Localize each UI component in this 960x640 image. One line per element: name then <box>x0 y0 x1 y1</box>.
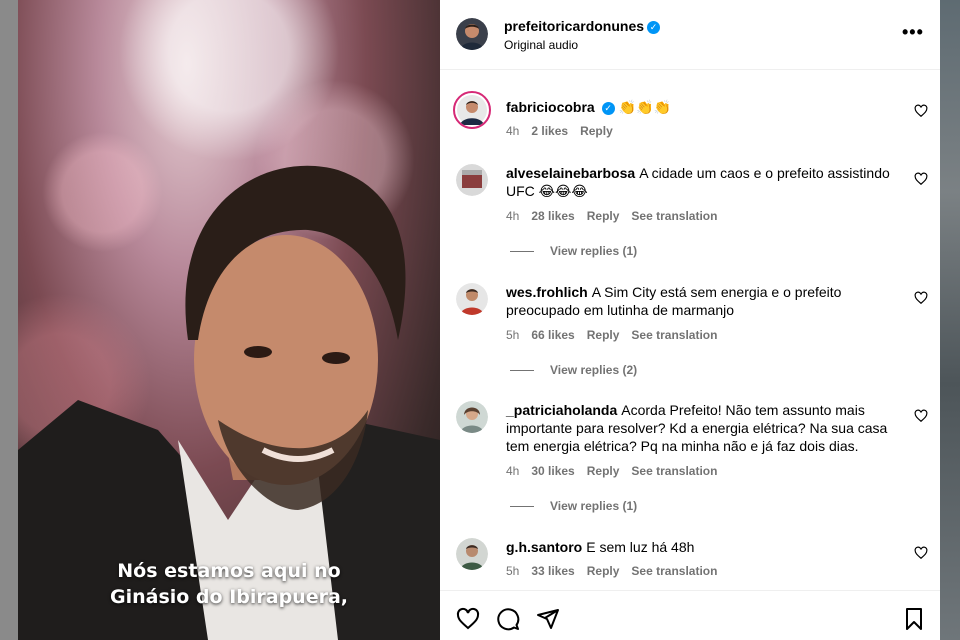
heart-icon[interactable] <box>914 546 928 560</box>
comment-time[interactable]: 4h <box>506 124 519 138</box>
comment-text: E sem luz há 48h <box>586 539 695 555</box>
comment-likes[interactable]: 33 likes <box>531 564 574 578</box>
view-replies-label[interactable]: View replies (2) <box>550 363 637 377</box>
see-translation-button[interactable]: See translation <box>631 564 717 578</box>
bookmark-icon[interactable] <box>902 607 926 631</box>
reply-button[interactable]: Reply <box>587 464 620 478</box>
commenter-username[interactable]: _patriciaholanda <box>506 402 617 418</box>
see-translation-button[interactable]: See translation <box>631 464 717 478</box>
more-horizontal-icon[interactable]: ••• <box>902 22 924 43</box>
comment-time[interactable]: 5h <box>506 328 519 342</box>
comment-meta: 4h 28 likes Reply See translation <box>506 209 729 223</box>
comments-list[interactable]: fabriciocobra ✓ 👏👏👏 4h 2 likes Reply alvesel… <box>440 70 940 590</box>
video-caption-line2: Ginásio do Ibirapuera, <box>109 586 348 608</box>
backdrop-left <box>0 0 18 640</box>
comment-meta: 4h 2 likes Reply <box>506 124 625 138</box>
comment-likes[interactable]: 2 likes <box>531 124 568 138</box>
commenter-username[interactable]: alveselainebarbosa <box>506 165 635 181</box>
comment-body: wes.frohlich A Sim City está sem energia … <box>506 283 906 319</box>
commenter-avatar[interactable] <box>456 283 488 315</box>
reply-button[interactable]: Reply <box>580 124 613 138</box>
audio-label[interactable]: Original audio <box>504 38 578 52</box>
see-translation-button[interactable]: See translation <box>631 209 717 223</box>
post-details-panel: prefeitoricardonunes ✓ Original audio •••… <box>440 0 940 640</box>
replies-divider <box>510 506 534 508</box>
comment-text: 👏👏👏 <box>618 99 671 115</box>
share-icon[interactable] <box>536 607 560 631</box>
view-replies-button[interactable]: View replies (1) <box>510 244 637 258</box>
video-frame-person <box>18 165 440 640</box>
video-caption-line1: Nós estamos aqui no <box>117 560 341 582</box>
heart-icon[interactable] <box>914 172 928 186</box>
commenter-username[interactable]: g.h.santoro <box>506 539 582 555</box>
comment-likes[interactable]: 66 likes <box>531 328 574 342</box>
heart-icon[interactable] <box>914 104 928 118</box>
replies-divider <box>510 370 534 372</box>
commenter-username[interactable]: wes.frohlich <box>506 284 588 300</box>
view-replies-button[interactable]: View replies (1) <box>510 499 637 513</box>
comment-likes[interactable]: 30 likes <box>531 464 574 478</box>
comment-body: _patriciaholanda Acorda Prefeito! Não tem… <box>506 401 906 455</box>
author-username-text[interactable]: prefeitoricardonunes <box>504 18 644 34</box>
commenter-avatar[interactable] <box>453 91 491 129</box>
reply-button[interactable]: Reply <box>587 328 620 342</box>
comment-time[interactable]: 4h <box>506 209 519 223</box>
heart-icon[interactable] <box>914 409 928 423</box>
backdrop-right <box>940 0 960 640</box>
heart-icon[interactable] <box>456 607 480 631</box>
commenter-avatar[interactable] <box>456 538 488 570</box>
commenter-username[interactable]: fabriciocobra <box>506 99 595 115</box>
commenter-avatar[interactable] <box>456 401 488 433</box>
author-username[interactable]: prefeitoricardonunes ✓ <box>504 18 661 34</box>
comment-meta: 4h 30 likes Reply See translation <box>506 464 729 478</box>
replies-divider <box>510 251 534 253</box>
comment-time[interactable]: 4h <box>506 464 519 478</box>
view-replies-button[interactable]: View replies (2) <box>510 363 637 377</box>
comment-meta: 5h 33 likes Reply See translation <box>506 564 729 578</box>
verified-badge-icon: ✓ <box>647 21 661 34</box>
comment-body: fabriciocobra ✓ 👏👏👏 <box>506 98 906 116</box>
author-avatar[interactable] <box>456 18 488 50</box>
comment-body: alveselainebarbosa A cidade um caos e o p… <box>506 164 906 200</box>
comment-meta: 5h 66 likes Reply See translation <box>506 328 729 342</box>
reply-button[interactable]: Reply <box>587 564 620 578</box>
reply-button[interactable]: Reply <box>587 209 620 223</box>
commenter-avatar[interactable] <box>456 164 488 196</box>
view-replies-label[interactable]: View replies (1) <box>550 244 637 258</box>
comment-icon[interactable] <box>496 607 520 631</box>
post-actions-bar <box>440 590 940 640</box>
see-translation-button[interactable]: See translation <box>631 328 717 342</box>
verified-badge-icon: ✓ <box>601 102 615 115</box>
comment-time[interactable]: 5h <box>506 564 519 578</box>
comment-likes[interactable]: 28 likes <box>531 209 574 223</box>
comment-body: g.h.santoro E sem luz há 48h <box>506 538 906 556</box>
post-header: prefeitoricardonunes ✓ Original audio ••• <box>440 0 940 70</box>
heart-icon[interactable] <box>914 291 928 305</box>
video-player[interactable]: Nós estamos aqui no Ginásio do Ibirapuer… <box>18 0 440 640</box>
view-replies-label[interactable]: View replies (1) <box>550 499 637 513</box>
